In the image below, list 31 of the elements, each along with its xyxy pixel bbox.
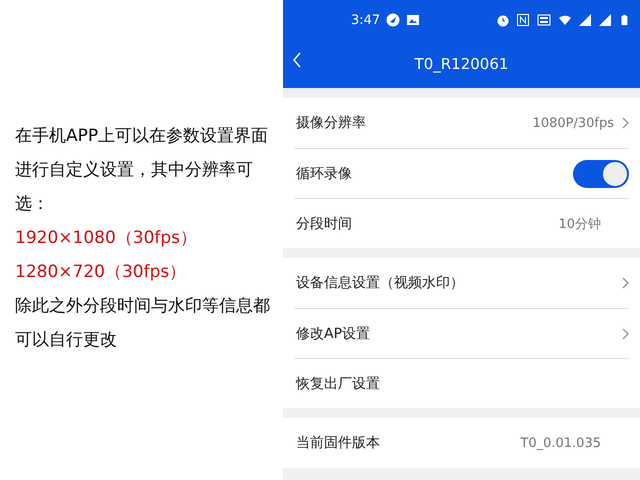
setting-row[interactable]: 恢复出厂设置 <box>294 358 629 408</box>
setting-label: 当前固件版本 <box>296 434 381 452</box>
caption-text: 除此之外分段时间与水印等信息都可以自行更改 <box>15 295 271 352</box>
setting-value: 10分钟 <box>558 216 601 232</box>
caption-text: 在手机APP上可以在参数设置界面进行自定义设置，其中分辨率可选： <box>15 125 270 216</box>
setting-label: 循环录像 <box>296 164 353 182</box>
back-icon[interactable] <box>292 52 302 68</box>
status-time: 3:47 <box>351 12 380 28</box>
wifi-icon <box>558 13 572 27</box>
setting-row[interactable]: 摄像分辨率 1080P/30fps <box>294 98 629 148</box>
setting-label: 设备信息设置（视频水印） <box>296 274 465 292</box>
setting-value: 1080P/30fps <box>532 116 614 130</box>
caption-text: 1920×1080（30fps） <box>15 227 198 250</box>
toggle-switch[interactable] <box>573 160 629 188</box>
signal-icon <box>598 13 612 27</box>
nfc-icon <box>516 13 530 27</box>
chevron-icon <box>622 277 629 289</box>
setting-label: 恢复出厂设置 <box>296 374 381 392</box>
screen-title: T0_R120061 <box>414 55 508 73</box>
setting-label: 摄像分辨率 <box>296 114 367 132</box>
setting-row[interactable]: 修改AP设置 <box>294 308 629 358</box>
setting-label: 分段时间 <box>296 214 353 232</box>
image-icon <box>406 13 420 27</box>
caption-text: 1280×720（30fps） <box>15 261 188 284</box>
chevron-icon <box>622 328 629 340</box>
setting-label: 修改AP设置 <box>296 324 372 342</box>
chevron-icon <box>622 117 629 129</box>
setting-value: T0_0.01.035 <box>520 436 601 450</box>
setting-row[interactable]: 设备信息设置（视频水印） <box>294 258 629 308</box>
signal-icon <box>578 13 592 27</box>
alarm-icon <box>496 13 510 27</box>
